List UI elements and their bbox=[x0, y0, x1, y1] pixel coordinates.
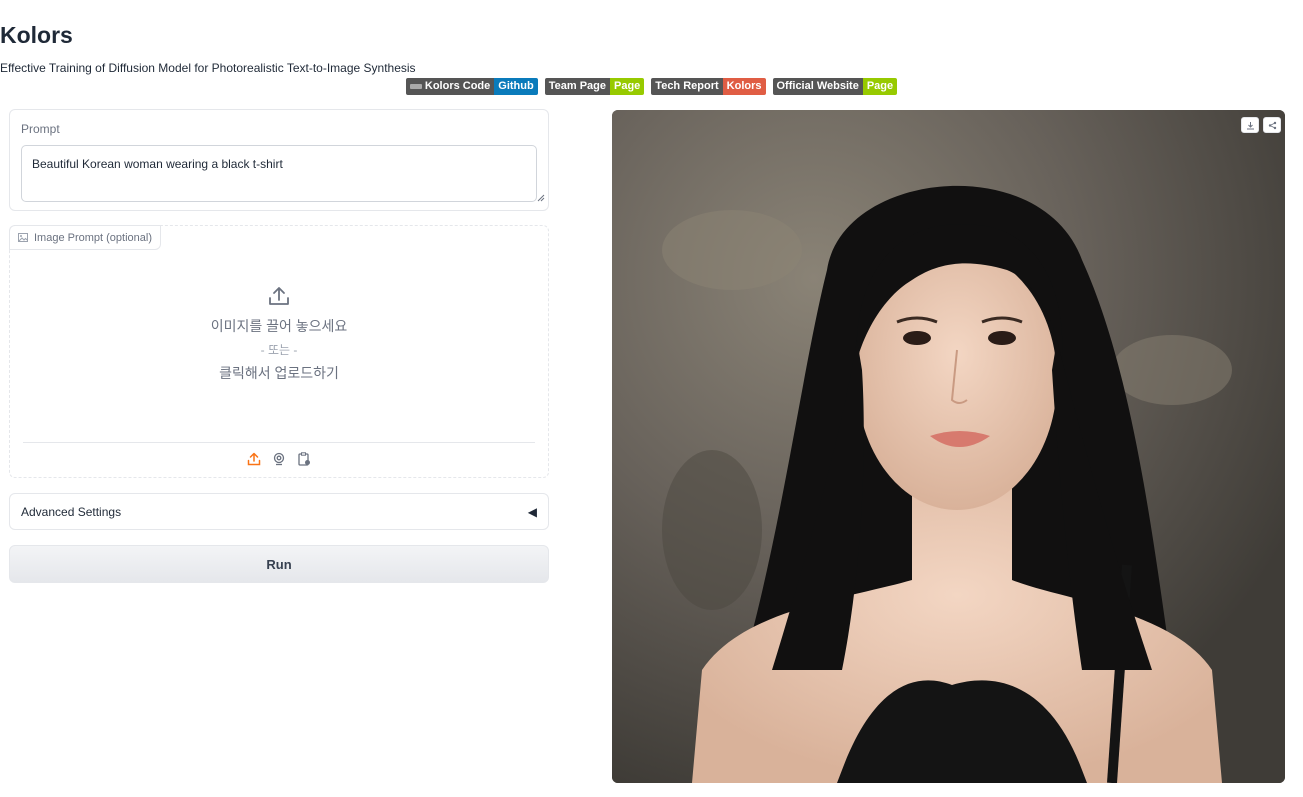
image-icon bbox=[18, 233, 28, 242]
badge-tech-report[interactable]: Tech Report Kolors bbox=[651, 78, 766, 95]
advanced-settings-label: Advanced Settings bbox=[21, 504, 122, 519]
badge-official-website[interactable]: Official Website Page bbox=[772, 78, 898, 95]
run-button[interactable]: Run bbox=[9, 545, 549, 583]
badge-team-page[interactable]: Team Page Page bbox=[544, 78, 645, 95]
image-prompt-panel[interactable]: Image Prompt (optional) 이미지를 끌어 놓으세요 - 또… bbox=[9, 225, 549, 478]
image-prompt-label: Image Prompt (optional) bbox=[9, 225, 161, 250]
upload-source-icon[interactable] bbox=[247, 451, 262, 466]
source-divider bbox=[23, 442, 535, 443]
prompt-panel: Prompt bbox=[9, 109, 549, 211]
webcam-source-icon[interactable] bbox=[272, 451, 287, 466]
advanced-settings-accordion[interactable]: Advanced Settings ◀ bbox=[9, 493, 549, 530]
click-upload-text: 클릭해서 업로드하기 bbox=[219, 365, 339, 381]
prompt-input[interactable] bbox=[21, 145, 537, 202]
output-actions bbox=[1241, 117, 1281, 133]
output-image bbox=[612, 110, 1285, 783]
share-button[interactable] bbox=[1263, 117, 1281, 133]
clipboard-source-icon[interactable] bbox=[297, 451, 312, 466]
upload-icon bbox=[269, 287, 289, 305]
source-selector bbox=[10, 451, 548, 466]
download-button[interactable] bbox=[1241, 117, 1259, 133]
collapse-arrow-icon: ◀ bbox=[527, 504, 537, 519]
page-subtitle: Effective Training of Diffusion Model fo… bbox=[0, 61, 416, 75]
badge-row: Kolors Code Github Team Page Page Tech R… bbox=[0, 78, 1303, 95]
upload-dropzone[interactable]: 이미지를 끌어 놓으세요 - 또는 - 클릭해서 업로드하기 bbox=[10, 286, 548, 383]
drop-text: 이미지를 끌어 놓으세요 bbox=[210, 318, 348, 334]
prompt-label: Prompt bbox=[21, 122, 60, 136]
download-icon bbox=[1246, 121, 1254, 129]
resize-grip-icon[interactable] bbox=[537, 194, 545, 202]
portrait-illustration bbox=[612, 110, 1285, 783]
or-text: - 또는 - bbox=[260, 343, 298, 357]
kolors-logo-icon bbox=[409, 84, 422, 89]
share-icon bbox=[1268, 121, 1276, 129]
badge-kolors-code[interactable]: Kolors Code Github bbox=[405, 78, 538, 95]
page-title: Kolors bbox=[0, 22, 73, 48]
